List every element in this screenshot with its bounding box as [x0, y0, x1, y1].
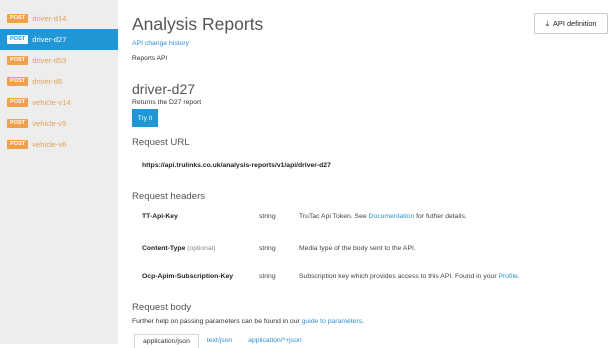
request-headers-heading: Request headers	[132, 191, 206, 202]
api-name: Reports API	[132, 55, 168, 62]
sidebar: POST driver-d14 POST driver-d27 POST dri…	[0, 0, 118, 344]
operation-list: POST driver-d14 POST driver-d27 POST dri…	[0, 0, 118, 155]
request-body-heading: Request body	[132, 302, 192, 313]
sidebar-item-driver-d53[interactable]: POST driver-d53	[0, 50, 118, 71]
sidebar-item-driver-d6[interactable]: POST driver-d6	[0, 71, 118, 92]
header-name: Ocp-Apim-Subscription-Key	[142, 273, 234, 280]
profile-link[interactable]: Profile	[498, 273, 517, 280]
post-badge: POST	[7, 35, 29, 44]
sidebar-item-label: vehicle-v5	[32, 119, 67, 128]
header-description: TruTac Api Token. See Documentation for …	[299, 213, 467, 220]
header-name: Content-Type (optional)	[142, 245, 216, 252]
try-it-button[interactable]: Try it	[132, 109, 158, 127]
request-url-heading: Request URL	[132, 137, 190, 148]
guide-to-parameters-link[interactable]: guide to parameters	[302, 318, 362, 325]
header-description: Subscription key which provides access t…	[299, 273, 520, 280]
main-content: ⤓ API definition Analysis Reports API ch…	[118, 0, 616, 348]
sidebar-item-label: vehicle-v6	[32, 140, 67, 149]
tab-text-json[interactable]: text/json	[199, 334, 240, 348]
post-badge: POST	[7, 119, 29, 128]
sidebar-item-label: driver-d27	[32, 35, 67, 44]
header-description: Media type of the body sent to the API.	[299, 245, 416, 252]
header-type: string	[259, 245, 276, 252]
post-badge: POST	[7, 98, 29, 107]
tab-application-json[interactable]: application/json	[134, 334, 199, 348]
sidebar-item-label: vehicle-v14	[32, 98, 71, 107]
sidebar-item-vehicle-v6[interactable]: POST vehicle-v6	[0, 134, 118, 155]
sidebar-item-vehicle-v5[interactable]: POST vehicle-v5	[0, 113, 118, 134]
request-url-value: https://api.trulinks.co.uk/analysis-repo…	[142, 162, 331, 169]
sidebar-item-vehicle-v14[interactable]: POST vehicle-v14	[0, 92, 118, 113]
api-change-history-link[interactable]: API change history	[132, 40, 189, 47]
operation-description: Returns the D27 report	[132, 99, 202, 106]
documentation-link[interactable]: Documentation	[369, 213, 415, 220]
header-type: string	[259, 213, 276, 220]
tab-application-plus-json[interactable]: application/*+json	[240, 334, 309, 348]
sidebar-item-label: driver-d53	[32, 56, 67, 65]
operation-title: driver-d27	[132, 81, 196, 97]
content-type-tabs: application/json text/json application/*…	[134, 334, 310, 348]
post-badge: POST	[7, 56, 29, 65]
post-badge: POST	[7, 77, 29, 86]
post-badge: POST	[7, 14, 29, 23]
request-body-help: Further help on passing parameters can b…	[132, 318, 364, 325]
api-definition-button[interactable]: ⤓ API definition	[534, 13, 608, 34]
sidebar-item-driver-d14[interactable]: POST driver-d14	[0, 8, 118, 29]
post-badge: POST	[7, 140, 29, 149]
page-title: Analysis Reports	[132, 14, 264, 34]
download-icon: ⤓	[545, 18, 549, 28]
sidebar-item-label: driver-d14	[32, 14, 67, 23]
header-type: string	[259, 273, 276, 280]
api-definition-label: API definition	[552, 19, 597, 28]
sidebar-item-driver-d27[interactable]: POST driver-d27	[0, 29, 118, 50]
header-name: TT-Api-Key	[142, 213, 178, 220]
sidebar-item-label: driver-d6	[32, 77, 63, 86]
